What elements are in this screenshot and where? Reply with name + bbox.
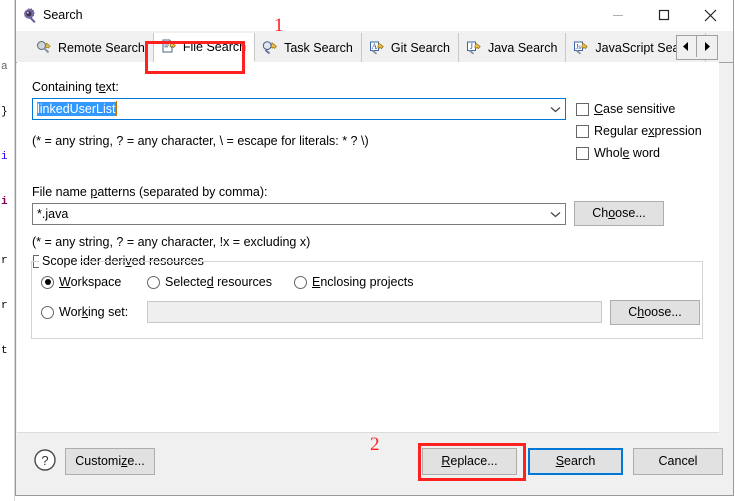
checkbox-box[interactable] <box>576 102 589 116</box>
help-icon[interactable]: ? <box>33 448 57 472</box>
file-patterns-hint: (* = any string, ? = any character, !x =… <box>32 235 311 249</box>
file-patterns-value[interactable]: *.java <box>33 205 546 223</box>
chevron-down-icon[interactable] <box>546 99 565 119</box>
text-caret <box>115 101 117 116</box>
tab-label: Remote Search <box>58 40 145 55</box>
javascript-search-icon: Js <box>573 40 589 56</box>
task-search-icon <box>262 40 278 56</box>
scope-group-box <box>31 261 703 339</box>
svg-text:Js: Js <box>576 42 582 50</box>
working-set-field[interactable] <box>147 301 602 323</box>
svg-text:J: J <box>470 41 473 50</box>
dialog-title: Search <box>43 8 83 22</box>
maximize-icon[interactable] <box>641 0 687 30</box>
option-label: Regular expression <box>594 124 702 138</box>
svg-text:A: A <box>371 41 377 50</box>
scope-radio-enclosing-projects[interactable]: Enclosing projects <box>294 275 413 289</box>
scope-radio-label: Working set: <box>59 305 129 319</box>
search-gear-icon <box>20 7 37 24</box>
scroll-right-icon[interactable] <box>697 36 717 57</box>
file-search-icon <box>161 39 177 55</box>
close-icon[interactable] <box>687 0 733 30</box>
tab-file-search[interactable]: File Search <box>153 33 256 62</box>
cancel-button[interactable]: Cancel <box>633 448 723 475</box>
choose-working-set-button[interactable]: Choose... <box>610 300 700 325</box>
option-label: Case sensitive <box>594 102 676 116</box>
file-search-page: Containing text: linkedUserList (* = any… <box>17 62 719 432</box>
containing-text-value: linkedUserList <box>37 102 116 116</box>
svg-text:?: ? <box>41 453 48 468</box>
tab-scroll-buttons <box>676 35 718 60</box>
scope-radio-working-set[interactable]: Working set: <box>41 305 128 319</box>
checkbox-box[interactable] <box>576 146 589 160</box>
tab-git-search[interactable]: A Git Search <box>361 33 459 62</box>
scope-radio-workspace[interactable]: Workspace <box>41 275 121 289</box>
tab-remote-search[interactable]: Remote Search <box>29 33 154 62</box>
checkbox-box[interactable] <box>576 124 589 138</box>
background-code-strip: a } i i r r t <box>0 0 15 501</box>
search-dialog: Search Remote Search File Search Task Se… <box>15 0 734 496</box>
tab-label: File Search <box>182 40 247 54</box>
file-patterns-label: File name patterns (separated by comma): <box>32 185 268 199</box>
remote-search-icon <box>36 40 52 56</box>
tab-label: Task Search <box>284 40 353 55</box>
containing-text-combo[interactable]: linkedUserList <box>32 98 566 120</box>
scope-radio-label: Workspace <box>59 275 122 289</box>
tab-task-search[interactable]: Task Search <box>255 33 362 62</box>
radio-circle[interactable] <box>147 275 160 289</box>
option-label: Whole word <box>594 146 661 160</box>
tab-label: Java Search <box>487 40 558 55</box>
dialog-footer: ? Customize... Replace... Search Cancel <box>17 432 723 495</box>
scope-radio-label: Enclosing projects <box>312 275 414 289</box>
replace-button[interactable]: Replace... <box>422 448 517 475</box>
radio-circle[interactable] <box>41 305 54 319</box>
scope-radio-selected-resources[interactable]: Selected resources <box>147 275 272 289</box>
git-search-icon: A <box>369 40 385 56</box>
tab-java-search[interactable]: J Java Search <box>458 33 567 62</box>
scope-legend: Scope <box>39 254 81 268</box>
search-button[interactable]: Search <box>528 448 623 475</box>
tab-label: Git Search <box>390 40 450 55</box>
containing-text-input[interactable]: linkedUserList <box>33 100 546 118</box>
option-case-sensitive[interactable]: Case sensitive <box>576 102 675 116</box>
option-regular-expression[interactable]: Regular expression <box>576 124 702 138</box>
scope-radio-label: Selected resources <box>165 275 273 289</box>
customize-button[interactable]: Customize... <box>65 448 155 475</box>
choose-file-patterns-button[interactable]: Choose... <box>574 201 664 226</box>
dialog-titlebar: Search <box>16 0 733 31</box>
containing-text-label: Containing text: <box>32 80 119 94</box>
minimize-icon[interactable] <box>595 0 641 30</box>
java-search-icon: J <box>466 40 482 56</box>
tab-strip: Remote Search File Search Task Search A … <box>16 31 733 63</box>
chevron-down-icon[interactable] <box>546 204 565 224</box>
containing-text-hint: (* = any string, ? = any character, \ = … <box>32 134 369 148</box>
option-whole-word[interactable]: Whole word <box>576 146 660 160</box>
radio-circle[interactable] <box>41 275 54 289</box>
scroll-left-icon[interactable] <box>677 36 697 57</box>
radio-circle[interactable] <box>294 275 307 289</box>
file-patterns-combo[interactable]: *.java <box>32 203 566 225</box>
